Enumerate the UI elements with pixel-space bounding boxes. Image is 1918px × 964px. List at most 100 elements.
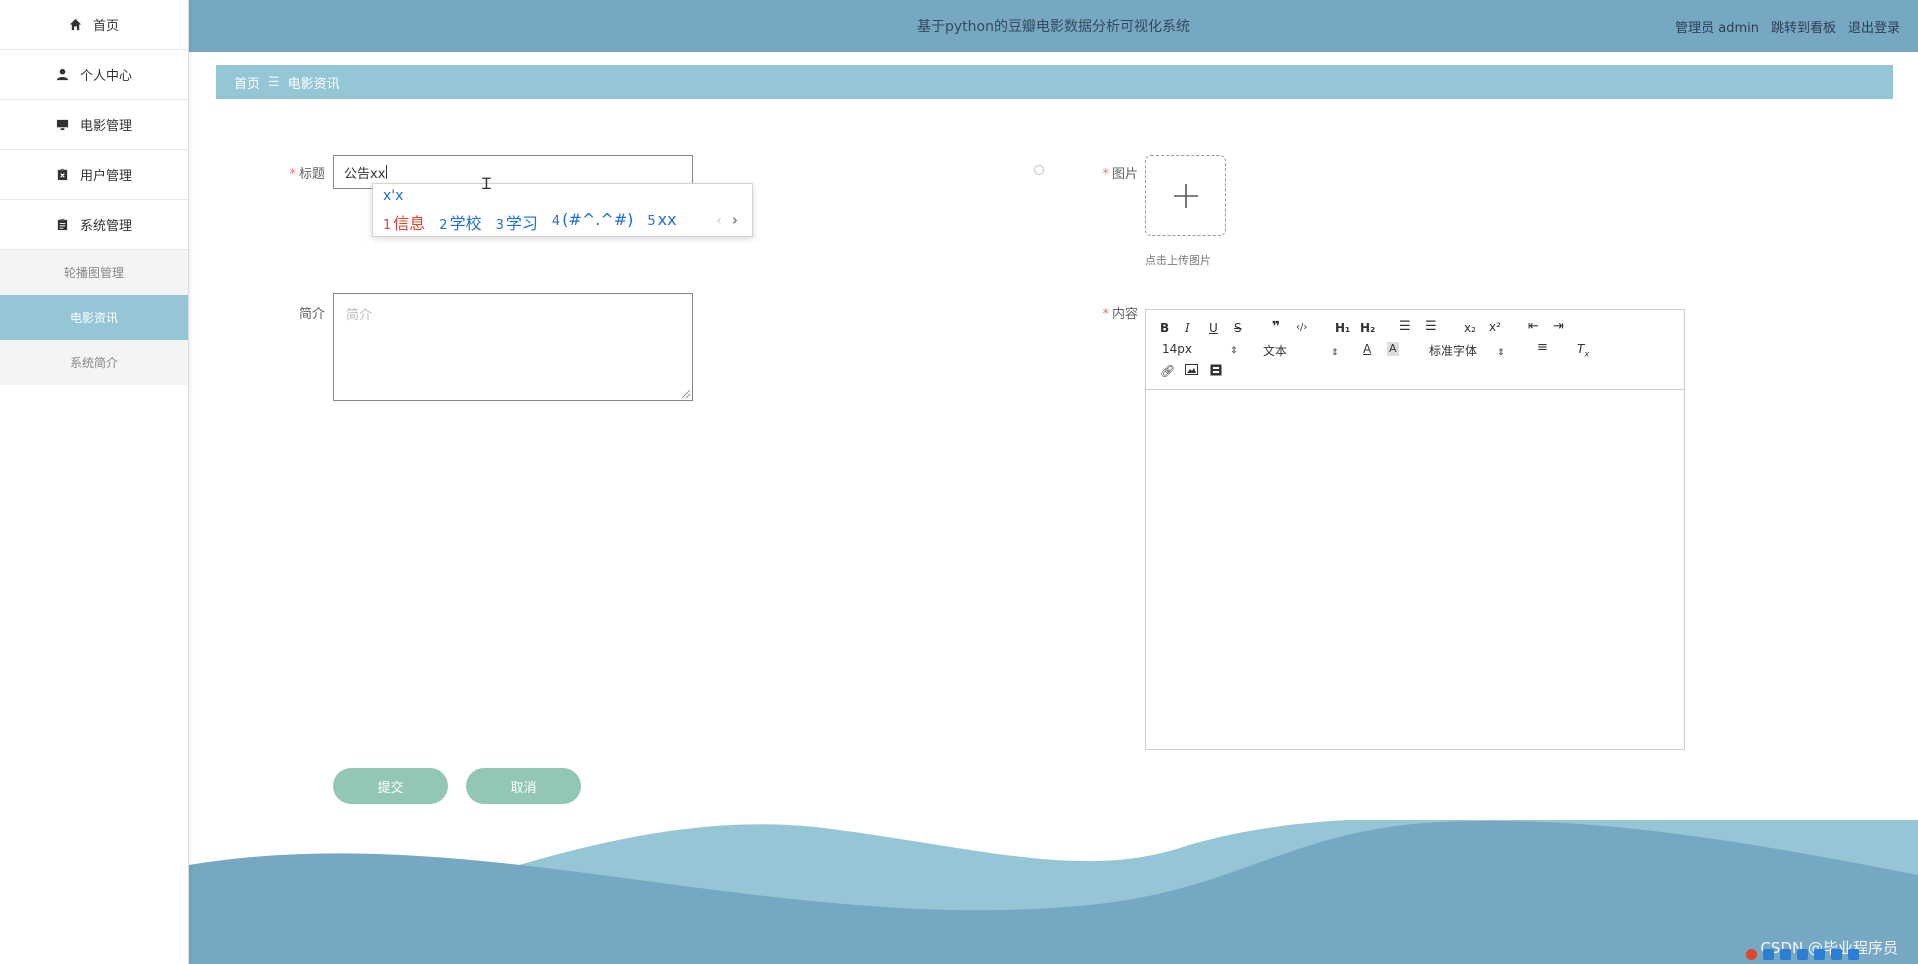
ime-candidate[interactable]: 2 学校 bbox=[439, 210, 481, 234]
sidebar-item-movies[interactable]: 电影管理 bbox=[0, 100, 188, 150]
cancel-button[interactable]: 取消 bbox=[466, 768, 581, 804]
dashboard-link[interactable]: 跳转到看板 bbox=[1771, 17, 1836, 36]
clear-icon[interactable] bbox=[1034, 165, 1044, 175]
select-arrow-icon: ⇕ bbox=[1497, 348, 1505, 358]
prev-page-icon[interactable]: ‹ bbox=[716, 211, 722, 229]
breadcrumb-current: 电影资讯 bbox=[287, 76, 340, 92]
text-cursor-icon: Ɪ bbox=[482, 174, 491, 193]
select-arrow-icon: ⇕ bbox=[1331, 348, 1339, 358]
editor-toolbar: B I U S ❞ ‹/› H₁ H₂ ☰ ☰ x₂ x² ⇤ ⇥ 14px ⇕ … bbox=[1146, 310, 1684, 390]
sidebar-item-label: 电影管理 bbox=[79, 119, 132, 134]
sidebar-item-users[interactable]: 用户管理 bbox=[0, 150, 188, 200]
sidebar-subitem-carousel[interactable]: 轮播图管理 bbox=[0, 250, 188, 295]
plus-icon bbox=[1173, 183, 1198, 208]
ime-candidate[interactable]: 4 (#^.^#) bbox=[552, 210, 633, 234]
ime-candidate-text: 学习 bbox=[505, 214, 538, 233]
indent-icon[interactable]: ⇥ bbox=[1553, 320, 1564, 334]
title-label-text: 标题 bbox=[298, 167, 325, 182]
h2-icon[interactable]: H₂ bbox=[1360, 321, 1375, 335]
ime-candidate-number: 2 bbox=[439, 218, 448, 233]
superscript-icon[interactable]: x² bbox=[1489, 320, 1501, 334]
blockquote-icon[interactable]: ❞ bbox=[1272, 320, 1280, 334]
sidebar-item-label: 个人中心 bbox=[79, 69, 132, 84]
ime-candidate-text: (#^.^#) bbox=[562, 210, 634, 229]
tray-icon bbox=[1780, 948, 1791, 960]
bold-icon[interactable]: B bbox=[1160, 321, 1169, 335]
required-mark: * bbox=[289, 167, 296, 182]
tray-icon bbox=[1763, 948, 1774, 960]
font-color-icon[interactable]: A bbox=[1363, 342, 1371, 356]
intro-textarea[interactable]: 简介 bbox=[333, 293, 693, 401]
monitor-icon bbox=[56, 118, 70, 132]
block-type-select[interactable]: 文本 ⇕ bbox=[1263, 342, 1339, 359]
ime-status-icon bbox=[1746, 948, 1757, 960]
ime-candidate-text: 学校 bbox=[449, 214, 482, 233]
font-size-value: 14px bbox=[1162, 342, 1192, 356]
underline-icon[interactable]: U bbox=[1209, 321, 1218, 335]
logout-link[interactable]: 退出登录 bbox=[1848, 17, 1900, 36]
subscript-icon[interactable]: x₂ bbox=[1464, 321, 1476, 335]
ime-candidate-number: 3 bbox=[495, 218, 504, 233]
breadcrumb-home[interactable]: 首页 bbox=[234, 73, 260, 92]
system-tray bbox=[1738, 944, 1918, 964]
ime-candidate-number: 4 bbox=[551, 214, 561, 229]
video-icon[interactable] bbox=[1210, 364, 1222, 379]
top-header: 基于python的豆瓣电影数据分析可视化系统 管理员 admin 跳转到看板 退… bbox=[189, 0, 1918, 52]
select-arrow-icon: ⇕ bbox=[1230, 346, 1238, 356]
sidebar: 首页 个人中心 电影管理 用户管理 系统管理 轮播图管理 电影资讯 系统简介 bbox=[0, 0, 189, 964]
rich-text-editor: B I U S ❞ ‹/› H₁ H₂ ☰ ☰ x₂ x² ⇤ ⇥ 14px ⇕ … bbox=[1145, 309, 1685, 750]
sidebar-subitem-system-intro[interactable]: 系统简介 bbox=[0, 340, 188, 385]
content-label: * 内容 bbox=[1060, 303, 1138, 322]
h1-icon[interactable]: H₁ bbox=[1335, 321, 1350, 335]
intro-placeholder: 简介 bbox=[346, 308, 373, 323]
ime-candidate[interactable]: 1 信息 bbox=[383, 210, 425, 234]
image-icon[interactable] bbox=[1185, 364, 1198, 378]
sidebar-item-profile[interactable]: 个人中心 bbox=[0, 50, 188, 100]
upload-hint: 点击上传图片 bbox=[1145, 254, 1211, 267]
sidebar-item-system[interactable]: 系统管理 bbox=[0, 200, 188, 250]
link-icon[interactable]: 🔗︎ bbox=[1160, 364, 1175, 378]
next-page-icon[interactable]: › bbox=[732, 211, 738, 229]
outdent-icon[interactable]: ⇤ bbox=[1528, 320, 1539, 334]
ime-candidate[interactable]: 5 xx bbox=[647, 210, 676, 234]
bullet-list-icon[interactable]: ☰ bbox=[1425, 320, 1437, 334]
editor-content-area[interactable] bbox=[1146, 390, 1684, 749]
ime-candidate-number: 5 bbox=[647, 214, 656, 229]
sidebar-item-home[interactable]: 首页 bbox=[0, 0, 188, 50]
home-icon bbox=[69, 18, 83, 32]
required-mark: * bbox=[1102, 167, 1109, 182]
app-title: 基于python的豆瓣电影数据分析可视化系统 bbox=[917, 19, 1190, 35]
font-size-select[interactable]: 14px ⇕ bbox=[1162, 342, 1238, 356]
code-block-icon[interactable]: ‹/› bbox=[1296, 321, 1307, 335]
breadcrumb-separator: ☰ bbox=[268, 74, 280, 90]
background-color-icon[interactable]: A bbox=[1387, 342, 1399, 356]
intro-label: 简介 bbox=[298, 307, 325, 322]
required-mark: * bbox=[1102, 307, 1109, 322]
ime-candidate-text: xx bbox=[657, 210, 677, 229]
breadcrumb: 首页 ☰ 电影资讯 bbox=[216, 65, 1893, 99]
title-label: * 标题 bbox=[250, 163, 325, 182]
clipboard-icon bbox=[56, 168, 70, 182]
resize-handle-icon[interactable] bbox=[682, 390, 690, 398]
wave-decoration bbox=[189, 820, 1918, 964]
sidebar-item-label: 用户管理 bbox=[79, 169, 132, 184]
sidebar-item-label: 首页 bbox=[92, 19, 119, 34]
tray-icon bbox=[1831, 948, 1842, 960]
strike-icon[interactable]: S bbox=[1234, 321, 1242, 335]
content-label-text: 内容 bbox=[1111, 307, 1138, 322]
image-upload-button[interactable] bbox=[1145, 155, 1226, 236]
italic-icon[interactable]: I bbox=[1185, 321, 1190, 335]
font-family-select[interactable]: 标准字体 ⇕ bbox=[1429, 342, 1505, 359]
ordered-list-icon[interactable]: ☰ bbox=[1399, 320, 1411, 334]
image-label: * 图片 bbox=[1060, 163, 1138, 182]
user-icon bbox=[56, 68, 70, 82]
tray-icon bbox=[1797, 948, 1808, 960]
ime-candidate[interactable]: 3 学习 bbox=[496, 210, 538, 234]
align-icon[interactable]: ≡ bbox=[1537, 341, 1548, 355]
sidebar-subitem-movie-news[interactable]: 电影资讯 bbox=[0, 295, 188, 340]
ime-candidate-text: 信息 bbox=[393, 214, 426, 233]
clear-format-icon[interactable]: Tx bbox=[1577, 342, 1589, 361]
ime-composition: x'x bbox=[383, 188, 404, 204]
title-input-value: 公告xx bbox=[344, 166, 386, 182]
submit-button[interactable]: 提交 bbox=[333, 768, 448, 804]
